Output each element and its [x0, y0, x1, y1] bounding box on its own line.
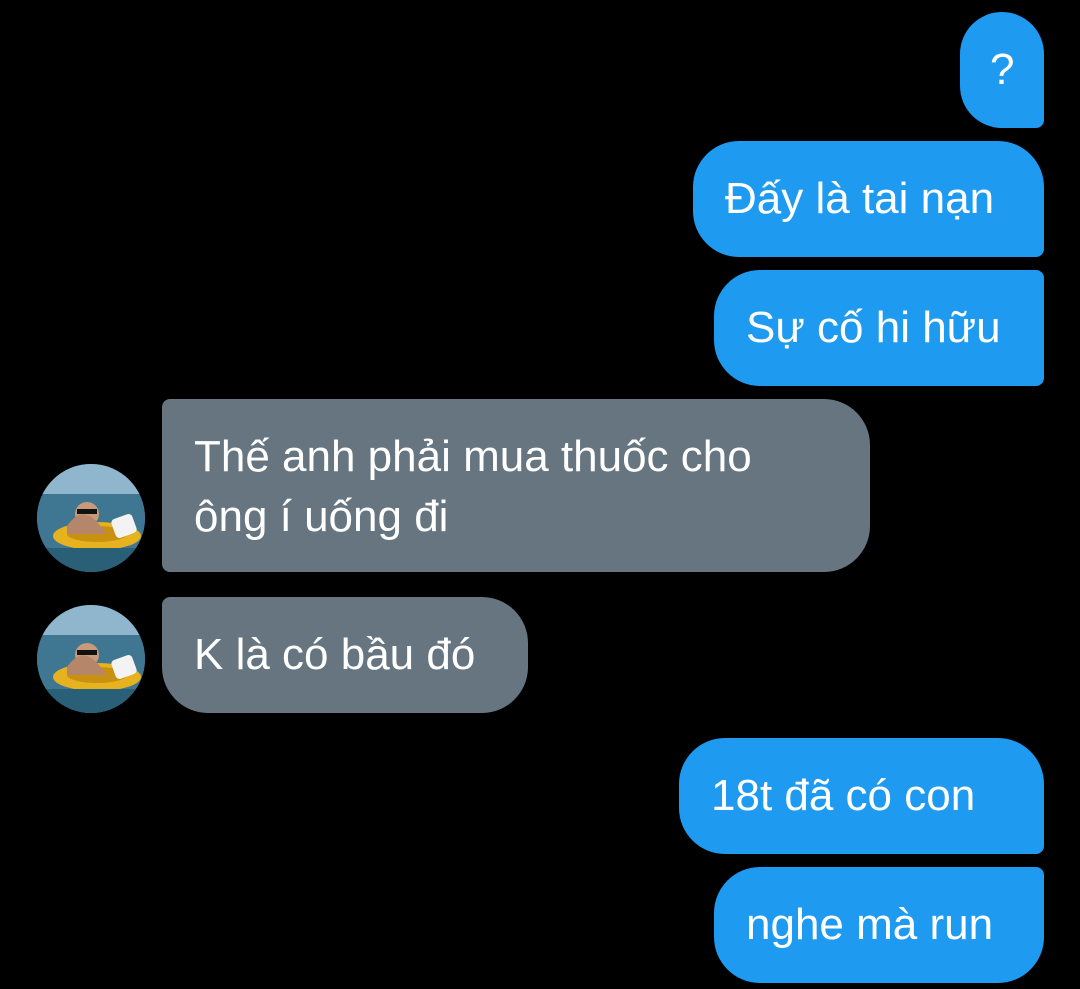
sent-message-bubble[interactable]: nghe mà run — [714, 867, 1044, 983]
sent-message-bubble[interactable]: Đấy là tai nạn — [693, 141, 1044, 257]
message-text: ? — [990, 45, 1015, 94]
contact-avatar[interactable] — [37, 605, 145, 713]
received-message-bubble[interactable]: K là có bầu đó — [162, 597, 528, 713]
message-text: Sự cố hi hữu — [746, 303, 1001, 352]
message-text: Đấy là tai nạn — [725, 174, 995, 223]
message-text: 18t đã có con — [711, 771, 976, 820]
message-text: nghe mà run — [746, 900, 994, 949]
message-text: K là có bầu đó — [194, 630, 476, 679]
received-message-bubble[interactable]: Thế anh phải mua thuốc cho ông í uống đi — [162, 399, 870, 572]
contact-avatar-photo-icon — [37, 605, 145, 713]
message-text: Thế anh phải mua thuốc cho ông í uống đi — [194, 432, 752, 541]
sent-message-bubble[interactable]: 18t đã có con — [679, 738, 1044, 854]
sent-message-bubble[interactable]: ? — [960, 12, 1044, 128]
contact-avatar[interactable] — [37, 464, 145, 572]
sent-message-bubble[interactable]: Sự cố hi hữu — [714, 270, 1044, 386]
contact-avatar-photo-icon — [37, 464, 145, 572]
